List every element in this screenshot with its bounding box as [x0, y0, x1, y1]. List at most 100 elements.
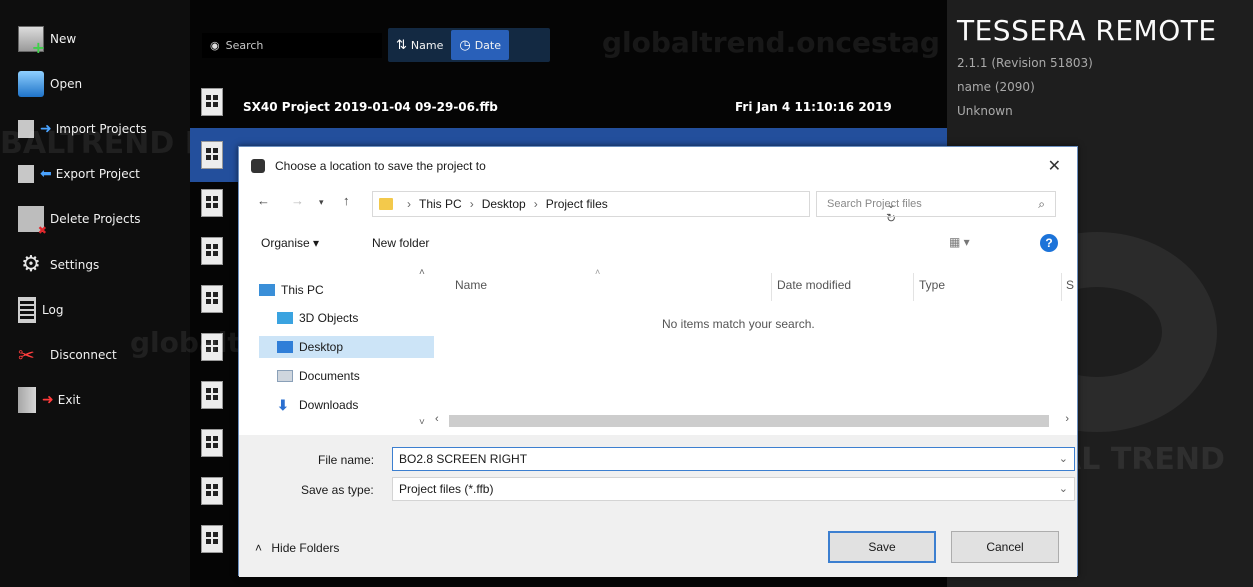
arrow-right-icon: ➜: [42, 392, 54, 408]
project-file-icon[interactable]: [201, 141, 223, 169]
project-file-icon[interactable]: [201, 189, 223, 217]
column-date-modified[interactable]: Date modified: [777, 278, 851, 292]
sidebar-item-open[interactable]: Open: [18, 67, 82, 101]
horizontal-scrollbar[interactable]: ‹ ›: [429, 411, 1071, 429]
cancel-button[interactable]: Cancel: [951, 531, 1059, 563]
breadcrumb-item[interactable]: Desktop: [482, 197, 526, 211]
app-icon: [251, 159, 265, 173]
project-file-icon[interactable]: [201, 88, 223, 116]
scroll-right-icon[interactable]: ›: [1065, 413, 1069, 425]
project-file-icon[interactable]: [201, 381, 223, 409]
project-date: Fri Jan 4 11:10:16 2019: [735, 100, 892, 114]
project-name[interactable]: SX40 Project 2019-01-04 09-29-06.ffb: [243, 100, 498, 114]
open-icon: [18, 71, 44, 97]
close-icon[interactable]: ✕: [1048, 156, 1061, 176]
breadcrumb-item[interactable]: This PC: [419, 197, 462, 211]
tree-item-3d-objects[interactable]: 3D Objects: [259, 307, 434, 329]
chevron-right-icon: ›: [407, 197, 411, 211]
column-divider[interactable]: [771, 273, 772, 301]
new-icon: [18, 26, 45, 57]
folder-tree: This PC 3D Objects Desktop Documents ⬇ D…: [259, 267, 434, 435]
sidebar-item-log[interactable]: Log: [18, 293, 63, 327]
forward-arrow-icon[interactable]: →: [291, 193, 304, 208]
3d-objects-icon: [277, 312, 293, 324]
sidebar-item-label: New: [50, 32, 77, 46]
file-name-input[interactable]: BO2.8 SCREEN RIGHT ⌄: [392, 447, 1075, 471]
sidebar-item-delete-projects[interactable]: Delete Projects: [18, 202, 141, 237]
address-bar[interactable]: › This PC › Desktop › Project files ⌄ ↻: [372, 191, 896, 225]
sort-date-button[interactable]: ◷ Date: [451, 30, 509, 60]
sort-name-label: Name: [410, 38, 444, 52]
tree-item-label: This PC: [281, 283, 324, 297]
sidebar-item-label: Settings: [50, 258, 100, 272]
save-type-select[interactable]: Project files (*.ffb) ⌄: [392, 477, 1075, 501]
breadcrumb-item[interactable]: Project files: [546, 197, 608, 211]
project-file-icon[interactable]: [201, 429, 223, 457]
scroll-down-icon[interactable]: ˅: [419, 417, 425, 428]
dialog-titlebar: Choose a location to save the project to…: [239, 147, 1077, 183]
column-type[interactable]: Type: [919, 278, 945, 292]
export-icon: [18, 165, 34, 183]
hide-folders-button[interactable]: ˄ Hide Folders: [255, 541, 339, 555]
column-divider[interactable]: [1061, 273, 1062, 301]
column-divider[interactable]: [913, 273, 914, 301]
tree-item-label: Downloads: [299, 398, 359, 412]
eye-icon: ◉: [210, 39, 220, 52]
log-icon: [18, 297, 36, 323]
clock-icon: ◷: [459, 37, 471, 53]
file-name-label: File name:: [318, 453, 375, 467]
search-placeholder: Search: [225, 39, 264, 52]
organise-button[interactable]: Organise ▾: [261, 236, 319, 250]
tree-item-downloads[interactable]: ⬇ Downloads: [259, 394, 434, 416]
tree-item-label: 3D Objects: [299, 311, 359, 325]
scroll-up-icon[interactable]: ˄: [419, 267, 425, 278]
chevron-down-icon[interactable]: ▾: [319, 197, 324, 208]
back-arrow-icon[interactable]: ←: [257, 193, 270, 208]
sidebar-item-settings[interactable]: ⚙ Settings: [18, 248, 99, 282]
chevron-up-icon: ˄: [255, 541, 263, 555]
new-folder-button[interactable]: New folder: [372, 236, 429, 250]
chevron-right-icon: ›: [533, 197, 538, 211]
sidebar-item-label: Disconnect: [50, 348, 117, 362]
search-placeholder: Search Project files: [827, 198, 922, 210]
exit-icon: [18, 387, 36, 413]
tree-scrollbar[interactable]: ˄ ˅: [419, 267, 433, 435]
chevron-down-icon[interactable]: ⌄: [1059, 482, 1068, 495]
navigation-row: ← → ▾ ↑ › This PC › Desktop › Project fi…: [239, 189, 1077, 225]
sidebar-item-export-project[interactable]: ⬅ Export Project: [18, 157, 140, 191]
sort-name-button[interactable]: ⇅ Name: [388, 30, 451, 60]
app-window: New Open ➜ Import Projects ⬅ Export Proj…: [0, 0, 1253, 587]
hide-folders-label: Hide Folders: [271, 541, 340, 555]
sidebar-item-label: Delete Projects: [50, 212, 141, 226]
view-options-icon[interactable]: ▦ ▾: [949, 235, 970, 249]
tree-item-documents[interactable]: Documents: [259, 365, 434, 387]
project-file-icon[interactable]: [201, 285, 223, 313]
help-icon[interactable]: ?: [1040, 234, 1058, 252]
sidebar: New Open ➜ Import Projects ⬅ Export Proj…: [0, 0, 255, 587]
save-button[interactable]: Save: [828, 531, 936, 563]
chevron-right-icon: ›: [469, 197, 474, 211]
sidebar-item-label: Export Project: [55, 167, 140, 181]
project-file-icon[interactable]: [201, 237, 223, 265]
chevron-down-icon[interactable]: ⌄: [1059, 452, 1068, 465]
column-size[interactable]: S: [1066, 278, 1074, 292]
disconnect-icon: ✂: [18, 343, 35, 367]
sidebar-item-disconnect[interactable]: ✂ Disconnect: [18, 338, 117, 372]
sort-up-icon: ˄: [595, 267, 601, 277]
project-file-icon[interactable]: [201, 477, 223, 505]
scroll-left-icon[interactable]: ‹: [435, 413, 439, 425]
search-input[interactable]: Search Project files ⌕: [816, 191, 1056, 217]
dialog-toolbar: Organise ▾ New folder ▦ ▾ ?: [239, 231, 1077, 257]
search-input[interactable]: ◉ Search: [202, 33, 382, 58]
tree-item-desktop[interactable]: Desktop: [259, 336, 434, 358]
scrollbar-thumb[interactable]: [449, 415, 1049, 427]
sidebar-item-new[interactable]: New: [18, 22, 77, 57]
column-name[interactable]: Name: [455, 278, 487, 292]
file-name-value: BO2.8 SCREEN RIGHT: [399, 452, 528, 466]
empty-message: No items match your search.: [662, 317, 815, 331]
sidebar-item-exit[interactable]: ➜ Exit: [18, 383, 80, 417]
tree-item-this-pc[interactable]: This PC: [259, 279, 434, 301]
project-file-icon[interactable]: [201, 525, 223, 553]
sidebar-item-label: Log: [42, 303, 64, 317]
up-arrow-icon[interactable]: ↑: [343, 193, 350, 208]
